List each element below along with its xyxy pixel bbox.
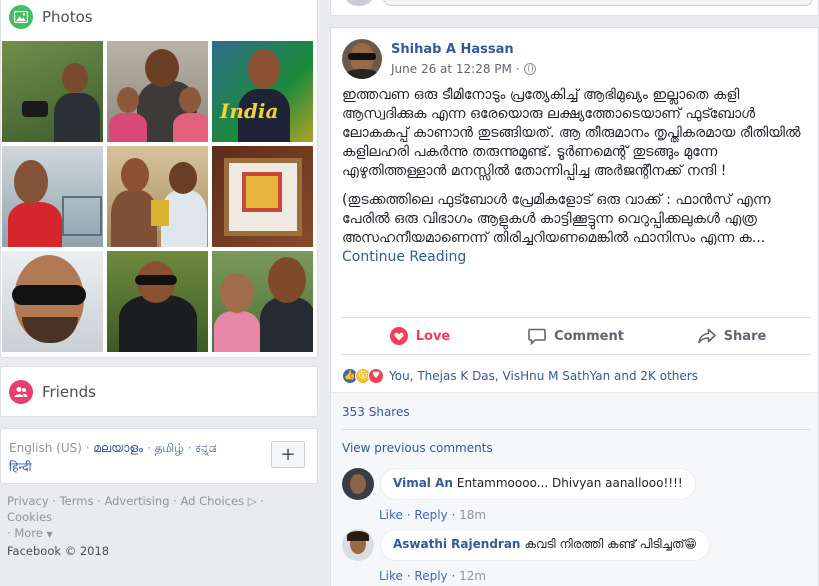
share-icon bbox=[697, 328, 716, 344]
comment-input[interactable] bbox=[383, 0, 813, 6]
photo-grid: India bbox=[2, 41, 314, 352]
post-paragraph: (തുടക്കത്തിലെ ഫുട്ബോൾ പ്രേമികളോട് ഒരു വാ… bbox=[342, 192, 771, 246]
share-label: Share bbox=[723, 328, 767, 344]
footer-link-terms[interactable]: Terms bbox=[60, 494, 94, 508]
photos-card: Photos India bbox=[0, 0, 318, 358]
comment-item: Vimal An Entammoooo... Dhivyan aanallooo!… bbox=[342, 468, 696, 500]
comment-actions: Like · Reply · 18m bbox=[379, 508, 487, 522]
friends-card[interactable]: Friends bbox=[0, 366, 318, 417]
comment-actions: Like · Reply · 12m bbox=[379, 569, 487, 583]
reactions-names[interactable]: You, Thejas K Das, VisHnu M SathYan and … bbox=[389, 369, 698, 383]
comment-button[interactable]: Comment bbox=[498, 318, 654, 354]
photo-thumbnail[interactable] bbox=[2, 251, 103, 352]
chevron-down-icon: ▼ bbox=[46, 530, 53, 539]
footer-link-privacy[interactable]: Privacy bbox=[7, 494, 49, 508]
language-current: English (US) bbox=[9, 441, 82, 455]
language-link[interactable]: മലയാളം bbox=[93, 441, 143, 455]
comment-like-link[interactable]: Like bbox=[379, 508, 403, 522]
love-label: Love bbox=[415, 328, 451, 344]
reactions-summary[interactable]: 👍 😮 ♥ You, Thejas K Das, VisHnu M SathYa… bbox=[342, 366, 698, 386]
photo-thumbnail[interactable] bbox=[107, 146, 208, 247]
comment-author[interactable]: Vimal An bbox=[393, 476, 453, 490]
avatar bbox=[345, 0, 373, 6]
footer-link-advertising[interactable]: Advertising bbox=[104, 494, 169, 508]
view-previous-comments-link[interactable]: View previous comments bbox=[342, 441, 493, 455]
love-button[interactable]: Love bbox=[342, 318, 498, 354]
post-meta: June 26 at 12:28 PM · bbox=[391, 62, 536, 76]
avatar[interactable] bbox=[342, 39, 382, 79]
post-date[interactable]: June 26 at 12:28 PM bbox=[391, 62, 512, 76]
language-card: English (US) · മലയാളം · தமிழ் · ಕನ್ನಡ हि… bbox=[0, 428, 318, 484]
photo-thumbnail[interactable] bbox=[107, 41, 208, 142]
post-paragraph: ഇത്തവണ ഒരു ടീമിനോടും പ്രത്യേകിച്ച് ആഭിമു… bbox=[342, 87, 801, 179]
photo-thumbnail[interactable]: India bbox=[212, 41, 313, 142]
footer: Privacy · Terms · Advertising · Ad Choic… bbox=[7, 493, 312, 559]
comment-time[interactable]: 12m bbox=[459, 569, 486, 583]
photo-thumbnail[interactable] bbox=[212, 146, 313, 247]
language-link[interactable]: ಕನ್ನಡ bbox=[195, 441, 216, 455]
heart-icon bbox=[389, 327, 408, 345]
post-actions: Love Comment Share bbox=[342, 317, 810, 355]
comment-author[interactable]: Aswathi Rajendran bbox=[393, 537, 520, 551]
photo-thumbnail[interactable] bbox=[107, 251, 208, 352]
post-author[interactable]: Shihab A Hassan bbox=[391, 42, 514, 57]
comment-bubble: Vimal An Entammoooo... Dhivyan aanallooo!… bbox=[380, 468, 696, 500]
comment-text: കവടി നിരത്തി കണ്ട് പിടിച്ചത്😁 bbox=[524, 537, 697, 551]
photos-header[interactable]: Photos bbox=[1, 0, 317, 37]
photos-title[interactable]: Photos bbox=[42, 8, 93, 26]
comment-icon bbox=[528, 328, 546, 345]
language-link[interactable]: हिन्दी bbox=[9, 460, 32, 474]
divider bbox=[342, 429, 810, 430]
separator: · bbox=[143, 441, 155, 455]
separator: · bbox=[81, 441, 94, 455]
photo-thumbnail[interactable] bbox=[2, 146, 103, 247]
continue-reading-link[interactable]: Continue Reading bbox=[342, 248, 812, 267]
separator: · bbox=[183, 441, 196, 455]
shares-count[interactable]: 353 Shares bbox=[342, 405, 410, 419]
comment-text: Entammoooo... Dhivyan aanallooo!!!! bbox=[456, 476, 683, 490]
share-button[interactable]: Share bbox=[654, 318, 810, 354]
comment-item: Aswathi Rajendran കവടി നിരത്തി കണ്ട് പിടി… bbox=[342, 529, 710, 561]
avatar[interactable] bbox=[342, 468, 374, 500]
post-card: Shihab A Hassan June 26 at 12:28 PM · ഇത… bbox=[330, 27, 819, 586]
photo-thumbnail[interactable] bbox=[2, 41, 103, 142]
separator: · bbox=[515, 62, 520, 76]
friends-title[interactable]: Friends bbox=[42, 383, 96, 401]
ad-choices-icon: ▷ bbox=[244, 494, 257, 508]
comments-section: 353 Shares View previous comments Vimal … bbox=[331, 392, 818, 586]
footer-link-ad-choices[interactable]: Ad Choices bbox=[180, 494, 244, 508]
add-language-button[interactable]: + bbox=[271, 441, 305, 468]
comment-reply-link[interactable]: Reply bbox=[414, 569, 447, 583]
post-text: ഇത്തവണ ഒരു ടീമിനോടും പ്രത്യേകിച്ച് ആഭിമു… bbox=[342, 86, 812, 267]
footer-link-cookies[interactable]: Cookies bbox=[7, 510, 52, 524]
comment-bubble: Aswathi Rajendran കവടി നിരത്തി കണ്ട് പിടി… bbox=[380, 529, 710, 561]
comment-label: Comment bbox=[554, 328, 624, 344]
comment-time[interactable]: 18m bbox=[459, 508, 486, 522]
love-reaction-icon: ♥ bbox=[368, 368, 384, 384]
copyright: Facebook © 2018 bbox=[7, 544, 110, 558]
friends-icon bbox=[9, 379, 33, 404]
language-list: English (US) · മലയാളം · தமிழ் · ಕನ್ನಡ हि… bbox=[9, 439, 259, 477]
photos-icon bbox=[9, 5, 33, 29]
language-link[interactable]: தமிழ் bbox=[155, 441, 184, 455]
photo-thumbnail[interactable] bbox=[212, 251, 313, 352]
comment-reply-link[interactable]: Reply bbox=[414, 508, 447, 522]
comment-like-link[interactable]: Like bbox=[379, 569, 403, 583]
avatar[interactable] bbox=[342, 529, 374, 561]
previous-post-stub bbox=[330, 0, 819, 16]
footer-link-more[interactable]: More bbox=[14, 526, 43, 540]
globe-icon[interactable] bbox=[523, 63, 536, 75]
